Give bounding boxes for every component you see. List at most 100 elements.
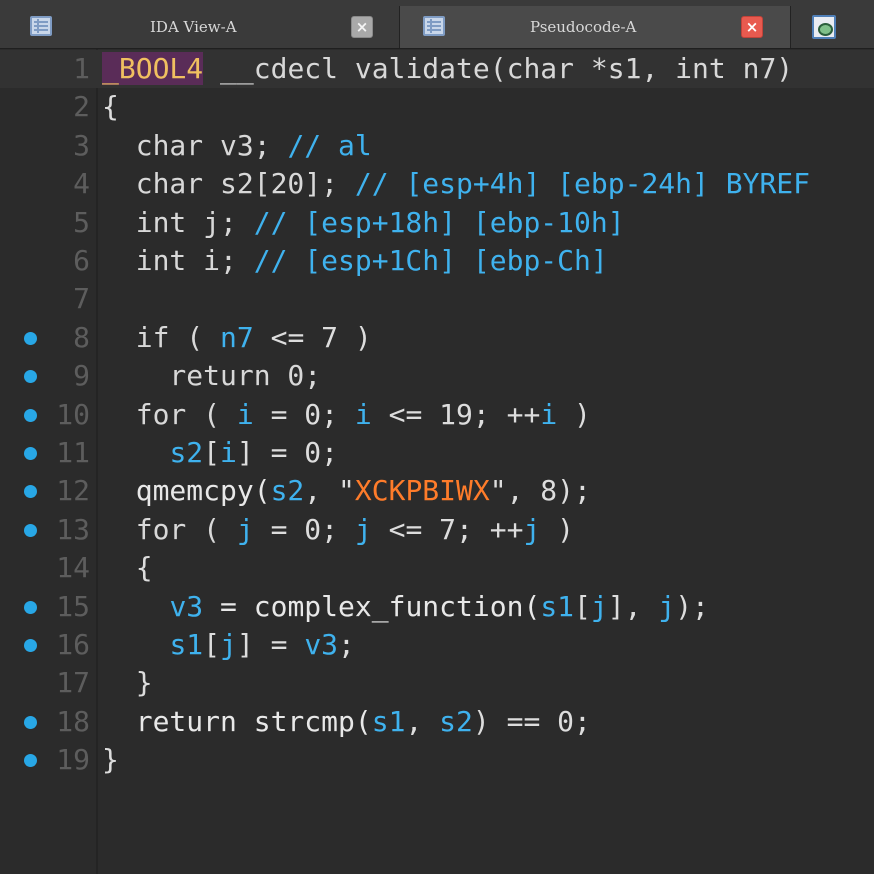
code-line[interactable]: 8 if ( n7 <= 7 ) xyxy=(0,319,874,357)
code-text: { xyxy=(102,88,119,126)
code-token: int j; xyxy=(102,205,254,239)
code-line[interactable]: 18 return strcmp(s1, s2) == 0; xyxy=(0,703,874,741)
code-token: j xyxy=(220,628,237,661)
breakpoint-dot-icon[interactable] xyxy=(24,715,37,729)
code-line[interactable]: 2{ xyxy=(0,88,874,126)
breakpoint-dot-icon[interactable] xyxy=(24,485,37,499)
code-token: s1 xyxy=(169,628,204,661)
code-token: , xyxy=(405,704,440,738)
code-line[interactable]: 3 char v3; // al xyxy=(0,127,874,165)
code-text: s2[i] = 0; xyxy=(102,434,338,472)
code-token: // [esp+4h] [ebp-24h] BYREF xyxy=(354,167,811,201)
breakpoint-dot-icon[interactable] xyxy=(24,447,37,460)
code-token: { xyxy=(102,551,153,585)
pseudocode-editor[interactable]: 1 _BOOL4 __cdecl validate(char *s1, int n… xyxy=(0,49,874,874)
code-text: for ( i = 0; i <= 19; ++i ) xyxy=(102,396,591,434)
code-token: ], xyxy=(607,589,659,623)
code-line[interactable]: 6 int i; // [esp+1Ch] [ebp-Ch] xyxy=(0,242,874,280)
code-line[interactable]: 9 return 0; xyxy=(0,357,874,395)
line-number: 2 xyxy=(73,90,90,124)
line-number: 6 xyxy=(73,244,90,277)
code-token: char v3; xyxy=(102,128,288,162)
breakpoint-dot-icon[interactable] xyxy=(24,600,37,614)
code-line[interactable]: 13 for ( j = 0; j <= 7; ++j ) xyxy=(0,511,874,549)
code-token: s1 xyxy=(371,704,406,738)
tab-structures[interactable] xyxy=(792,6,874,48)
line-number: 18 xyxy=(56,704,90,738)
line-number: 14 xyxy=(56,551,90,585)
code-line[interactable]: 10 for ( i = 0; i <= 19; ++i ) xyxy=(0,396,874,434)
code-token: j xyxy=(590,589,608,623)
code-token: _BOOL4 xyxy=(102,52,204,85)
code-token: if ( xyxy=(102,320,221,354)
line-number: 16 xyxy=(56,628,90,661)
code-token: s2 xyxy=(169,436,204,469)
code-text: v3 = complex_function(s1[j], j); xyxy=(102,588,709,626)
line-number: 5 xyxy=(73,205,90,239)
code-token: s2 xyxy=(439,704,473,738)
close-icon[interactable]: × xyxy=(351,16,373,38)
breakpoint-dot-icon[interactable] xyxy=(24,523,37,537)
close-icon[interactable]: × xyxy=(741,16,763,38)
code-line[interactable]: 19} xyxy=(0,741,874,779)
code-token: <= 7; ++ xyxy=(371,512,524,546)
line-number: 15 xyxy=(56,589,90,623)
breakpoint-dot-icon[interactable] xyxy=(24,370,37,384)
code-line[interactable]: 14 { xyxy=(0,549,874,587)
tab-pseudocode-a[interactable]: Pseudocode-A × xyxy=(399,6,791,48)
code-line[interactable]: 4 char s2[20]; // [esp+4h] [ebp-24h] BYR… xyxy=(0,165,874,203)
code-line[interactable]: 16 s1[j] = v3; xyxy=(0,626,874,664)
code-text: } xyxy=(102,664,153,702)
breakpoint-dot-icon[interactable] xyxy=(24,639,37,652)
code-token: j xyxy=(236,512,254,546)
line-number: 19 xyxy=(56,743,90,777)
code-token: // [esp+1Ch] [ebp-Ch] xyxy=(253,244,608,277)
code-token: ) == 0; xyxy=(472,704,591,738)
listing-icon xyxy=(30,16,52,36)
code-text: } xyxy=(102,741,119,779)
line-number: 10 xyxy=(56,397,90,431)
code-token: ] = xyxy=(236,628,305,661)
code-token: v3 xyxy=(169,589,204,623)
code-token: v3 xyxy=(304,628,339,661)
code-token: return 0; xyxy=(102,359,322,393)
code-token: { xyxy=(102,90,119,124)
code-text: return 0; xyxy=(102,357,321,395)
code-token: = 0; xyxy=(253,397,355,431)
code-text: char v3; // al xyxy=(102,127,372,165)
code-token: j xyxy=(523,512,541,546)
code-line[interactable]: 11 s2[i] = 0; xyxy=(0,434,874,472)
listing-icon xyxy=(423,16,445,36)
code-token: = 0; xyxy=(253,512,355,546)
code-token: ; xyxy=(338,628,355,661)
code-line[interactable]: 15 v3 = complex_function(s1[j], j); xyxy=(0,588,874,626)
code-line[interactable]: 1 _BOOL4 __cdecl validate(char *s1, int n… xyxy=(0,50,874,88)
line-number: 17 xyxy=(56,666,90,700)
tab-label: IDA View-A xyxy=(150,18,237,36)
code-text: for ( j = 0; j <= 7; ++j ) xyxy=(102,511,574,549)
code-text: int i; // [esp+1Ch] [ebp-Ch] xyxy=(102,242,608,280)
code-text: int j; // [esp+18h] [ebp-10h] xyxy=(102,204,625,242)
line-number: 1 xyxy=(73,52,90,85)
code-text: _BOOL4 __cdecl validate(char *s1, int n7… xyxy=(102,50,793,88)
breakpoint-dot-icon[interactable] xyxy=(24,331,37,345)
code-token: ) xyxy=(540,512,575,546)
code-token: ); xyxy=(675,589,709,623)
code-line[interactable]: 7 xyxy=(0,280,874,318)
code-line[interactable]: 5 int j; // [esp+18h] [ebp-10h] xyxy=(0,204,874,242)
code-token: i xyxy=(236,397,254,431)
code-token: , " xyxy=(304,474,355,508)
tab-ida-view-a[interactable]: IDA View-A × xyxy=(0,6,398,48)
code-line[interactable]: 17 } xyxy=(0,664,874,702)
code-token: <= 7 ) xyxy=(253,320,372,354)
line-number: 13 xyxy=(56,512,90,546)
line-number: 4 xyxy=(73,167,90,201)
code-token: ] = 0; xyxy=(236,436,339,469)
breakpoint-dot-icon[interactable] xyxy=(24,408,37,422)
code-token: s2 xyxy=(270,474,305,508)
code-line[interactable]: 12 qmemcpy(s2, "XCKPBIWX", 8); xyxy=(0,472,874,510)
code-token: XCKPBIWX xyxy=(354,474,490,508)
breakpoint-dot-icon[interactable] xyxy=(24,754,37,768)
code-token: [ xyxy=(203,628,221,661)
